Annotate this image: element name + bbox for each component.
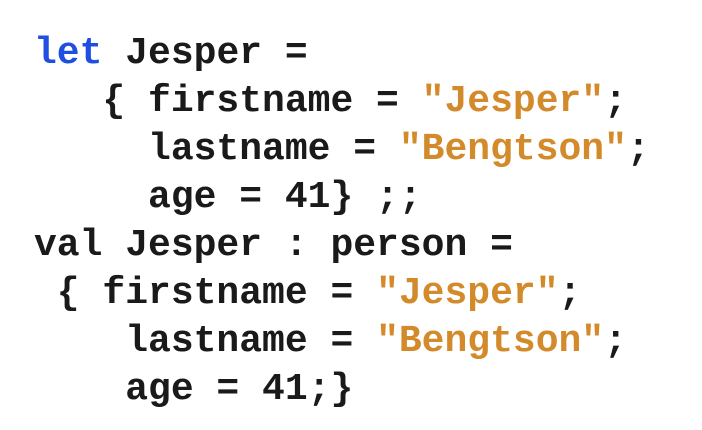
code-line: lastname = "Bengtson"; — [34, 126, 650, 174]
code-token: lastname = — [34, 320, 377, 363]
code-token: age = 41} ;; — [34, 176, 422, 219]
code-line: age = 41} ;; — [34, 174, 650, 222]
code-token: { firstname = — [34, 80, 422, 123]
string-token: "Bengtson" — [398, 128, 627, 171]
code-token: ; — [604, 80, 627, 123]
code-token: { firstname = — [34, 272, 377, 315]
code-line: val Jesper : person = — [34, 222, 650, 270]
code-line: { firstname = "Jesper"; — [34, 78, 650, 126]
code-token: lastname = — [34, 128, 399, 171]
code-token: ; — [558, 272, 582, 315]
code-token: ; — [626, 128, 650, 171]
code-token: ; — [604, 320, 627, 363]
code-line: let Jesper = — [34, 30, 650, 78]
code-block: let Jesper = { firstname = "Jesper"; las… — [34, 30, 650, 414]
code-token: Jesper = — [102, 32, 308, 75]
code-line: { firstname = "Jesper"; — [34, 270, 650, 318]
keyword-token: let — [34, 32, 103, 75]
code-line: age = 41;} — [34, 366, 650, 414]
code-token: val Jesper : person = — [34, 224, 513, 267]
code-line: lastname = "Bengtson"; — [34, 318, 650, 366]
string-token: "Bengtson" — [376, 320, 605, 363]
string-token: "Jesper" — [421, 80, 605, 123]
string-token: "Jesper" — [376, 272, 559, 315]
code-token: age = 41;} — [34, 368, 354, 411]
